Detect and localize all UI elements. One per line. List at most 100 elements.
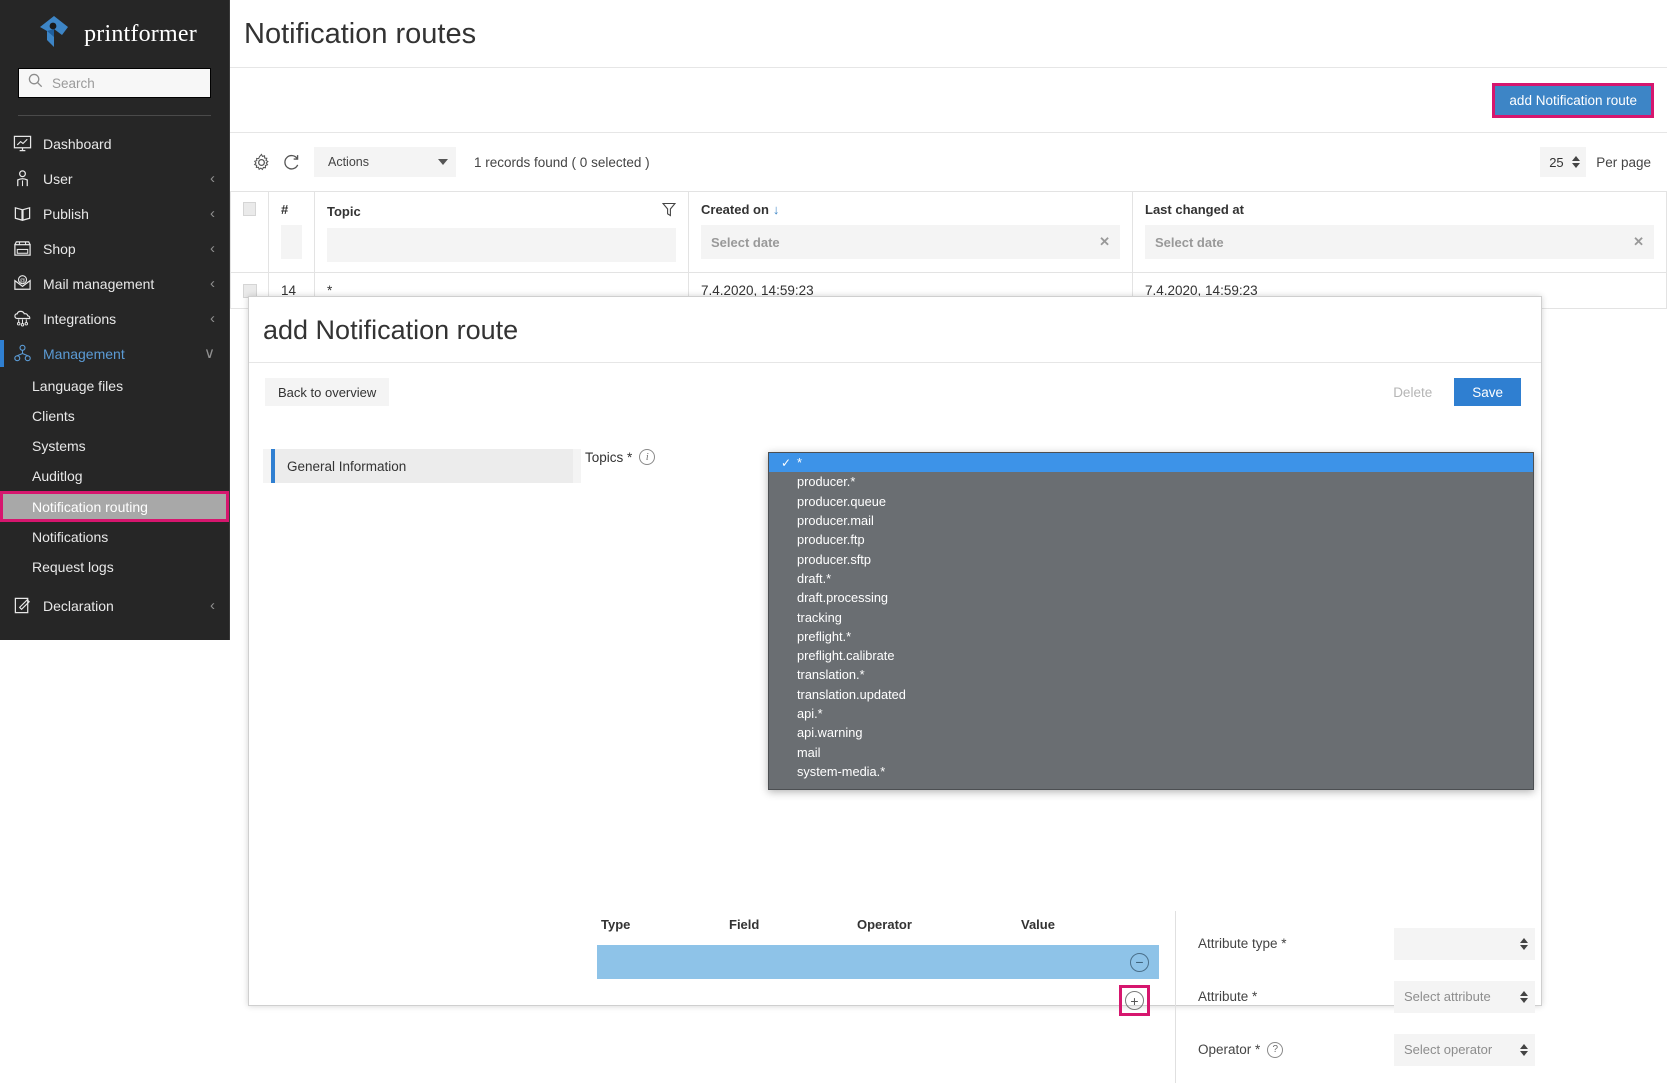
topic-option-label: preflight.calibrate [795,648,894,663]
sidebar-item-systems[interactable]: Systems [0,431,229,461]
per-page-stepper[interactable]: 25 [1540,147,1586,177]
sidebar-item-auditlog[interactable]: Auditlog [0,461,229,491]
search-box[interactable] [18,68,211,98]
column-topic: Topic [315,192,689,273]
sidebar-item-language-files[interactable]: Language files [0,371,229,401]
condition-column-value: Value [1021,917,1055,932]
attribute-select[interactable]: Select attribute [1394,981,1535,1013]
field-operator: Operator * ? Select operator [1198,1023,1535,1076]
actions-dropdown-label: Actions [328,155,369,169]
minus-circle-icon[interactable]: − [1130,953,1149,972]
topic-option[interactable]: tracking [769,607,1533,626]
add-notification-route-button[interactable]: add Notification route [1495,86,1651,115]
tab-general-information[interactable]: General Information [271,449,573,483]
topic-option[interactable]: translation.updated [769,685,1533,704]
sidebar-item-declaration[interactable]: Declaration ‹ [0,588,229,623]
clear-x-icon[interactable]: ✕ [1633,234,1644,250]
sidebar-item-clients[interactable]: Clients [0,401,229,431]
topic-option[interactable]: draft.processing [769,588,1533,607]
topic-option[interactable]: translation.* [769,665,1533,684]
topic-option-label: api.* [795,706,823,721]
topic-option-label: translation.* [795,667,865,682]
topic-option[interactable]: producer.ftp [769,530,1533,549]
back-to-overview-button[interactable]: Back to overview [265,378,389,406]
attribute-type-select[interactable] [1394,928,1535,960]
topic-option[interactable]: draft.* [769,569,1533,588]
filter-topic-input[interactable] [327,228,676,262]
topic-option[interactable]: api.warning [769,723,1533,742]
sidebar-item-shop[interactable]: Shop ‹ [0,231,229,266]
clear-x-icon[interactable]: ✕ [1099,234,1110,250]
sidebar-item-notifications[interactable]: Notifications [0,522,229,552]
delete-button[interactable]: Delete [1381,378,1444,406]
sort-desc-arrow-icon[interactable]: ↓ [773,202,780,217]
per-page-container: 25 Per page [1540,147,1667,177]
topic-option[interactable]: producer.mail [769,511,1533,530]
topic-option-label: draft.* [795,571,831,586]
sidebar-item-label: Shop [39,241,210,257]
sidebar-item-label: Mail management [39,276,210,292]
condition-column-field: Field [729,917,857,932]
sidebar-item-dashboard[interactable]: Dashboard [0,126,229,161]
condition-column-operator: Operator [857,917,1021,932]
column-header-label: Last changed at [1145,202,1244,217]
brand: printformer [0,0,229,68]
brand-name: printformer [84,21,197,48]
plus-circle-icon[interactable]: + [1125,991,1144,1010]
sidebar-item-user[interactable]: User ‹ [0,161,229,196]
sidebar-item-mail-management[interactable]: @ Mail management ‹ [0,266,229,301]
topic-option[interactable]: system-media.* [769,762,1533,781]
date-placeholder: Select date [1155,235,1224,250]
topic-option-label: producer.queue [795,494,886,509]
integrations-icon [13,309,39,328]
sidebar-item-notification-routing[interactable]: Notification routing [0,491,229,522]
field-attribute: Attribute * Select attribute [1198,970,1535,1023]
column-header-label: # [281,202,288,217]
chevron-left-icon: ‹ [210,206,215,221]
topic-option[interactable]: api.* [769,704,1533,723]
topic-option[interactable]: producer.* [769,472,1533,491]
field-placeholder: Select operator [1404,1042,1492,1057]
sidebar-item-management[interactable]: Management ∨ [0,336,229,371]
topic-option-label: mail [795,745,820,760]
filter-number[interactable] [281,225,302,259]
operator-select[interactable]: Select operator [1394,1034,1535,1066]
sidebar-item-label: Management [39,346,204,362]
select-all-column [231,192,269,273]
topic-option[interactable]: preflight.calibrate [769,646,1533,665]
topic-option[interactable]: ✓* [769,453,1533,472]
sidebar-subitem-label: Auditlog [32,468,83,484]
sidebar-item-request-logs[interactable]: Request logs [0,552,229,582]
select-all-checkbox[interactable] [243,202,256,216]
funnel-icon[interactable] [662,202,676,220]
sidebar-item-publish[interactable]: Publish ‹ [0,196,229,231]
sidebar-item-label: Dashboard [39,136,215,152]
field-label-text: Operator * [1198,1042,1260,1057]
filter-created-date[interactable]: Select date ✕ [701,225,1120,259]
save-button[interactable]: Save [1454,378,1521,406]
column-number: # [269,192,315,273]
active-indicator [0,340,4,367]
search-input[interactable] [52,76,201,91]
info-icon[interactable]: i [639,449,655,465]
modal-action-bar: Back to overview Delete Save [249,363,1541,421]
actions-dropdown[interactable]: Actions [314,147,456,177]
refresh-icon[interactable] [276,153,306,172]
topic-option[interactable]: preflight.* [769,627,1533,646]
sidebar-item-integrations[interactable]: Integrations ‹ [0,301,229,336]
stepper-arrows-icon [1572,156,1580,168]
condition-row[interactable]: − [597,945,1159,979]
topics-dropdown-list[interactable]: ✓*producer.*producer.queueproducer.mailp… [768,452,1534,790]
topic-option[interactable]: producer.sftp [769,549,1533,568]
attribute-form: Attribute type * Attribute * Select attr… [1175,917,1535,1083]
topics-label-text: Topics * [585,450,632,465]
per-page-label: Per page [1596,155,1651,170]
topic-option[interactable]: producer.queue [769,492,1533,511]
filter-changed-date[interactable]: Select date ✕ [1145,225,1654,259]
grid-toolbar: Actions 1 records found ( 0 selected ) 2… [230,133,1667,191]
gear-icon[interactable] [246,153,276,172]
topic-option-label: preflight.* [795,629,851,644]
field-placeholder: Select attribute [1404,989,1491,1004]
help-icon[interactable]: ? [1267,1042,1283,1058]
topic-option[interactable]: mail [769,742,1533,761]
